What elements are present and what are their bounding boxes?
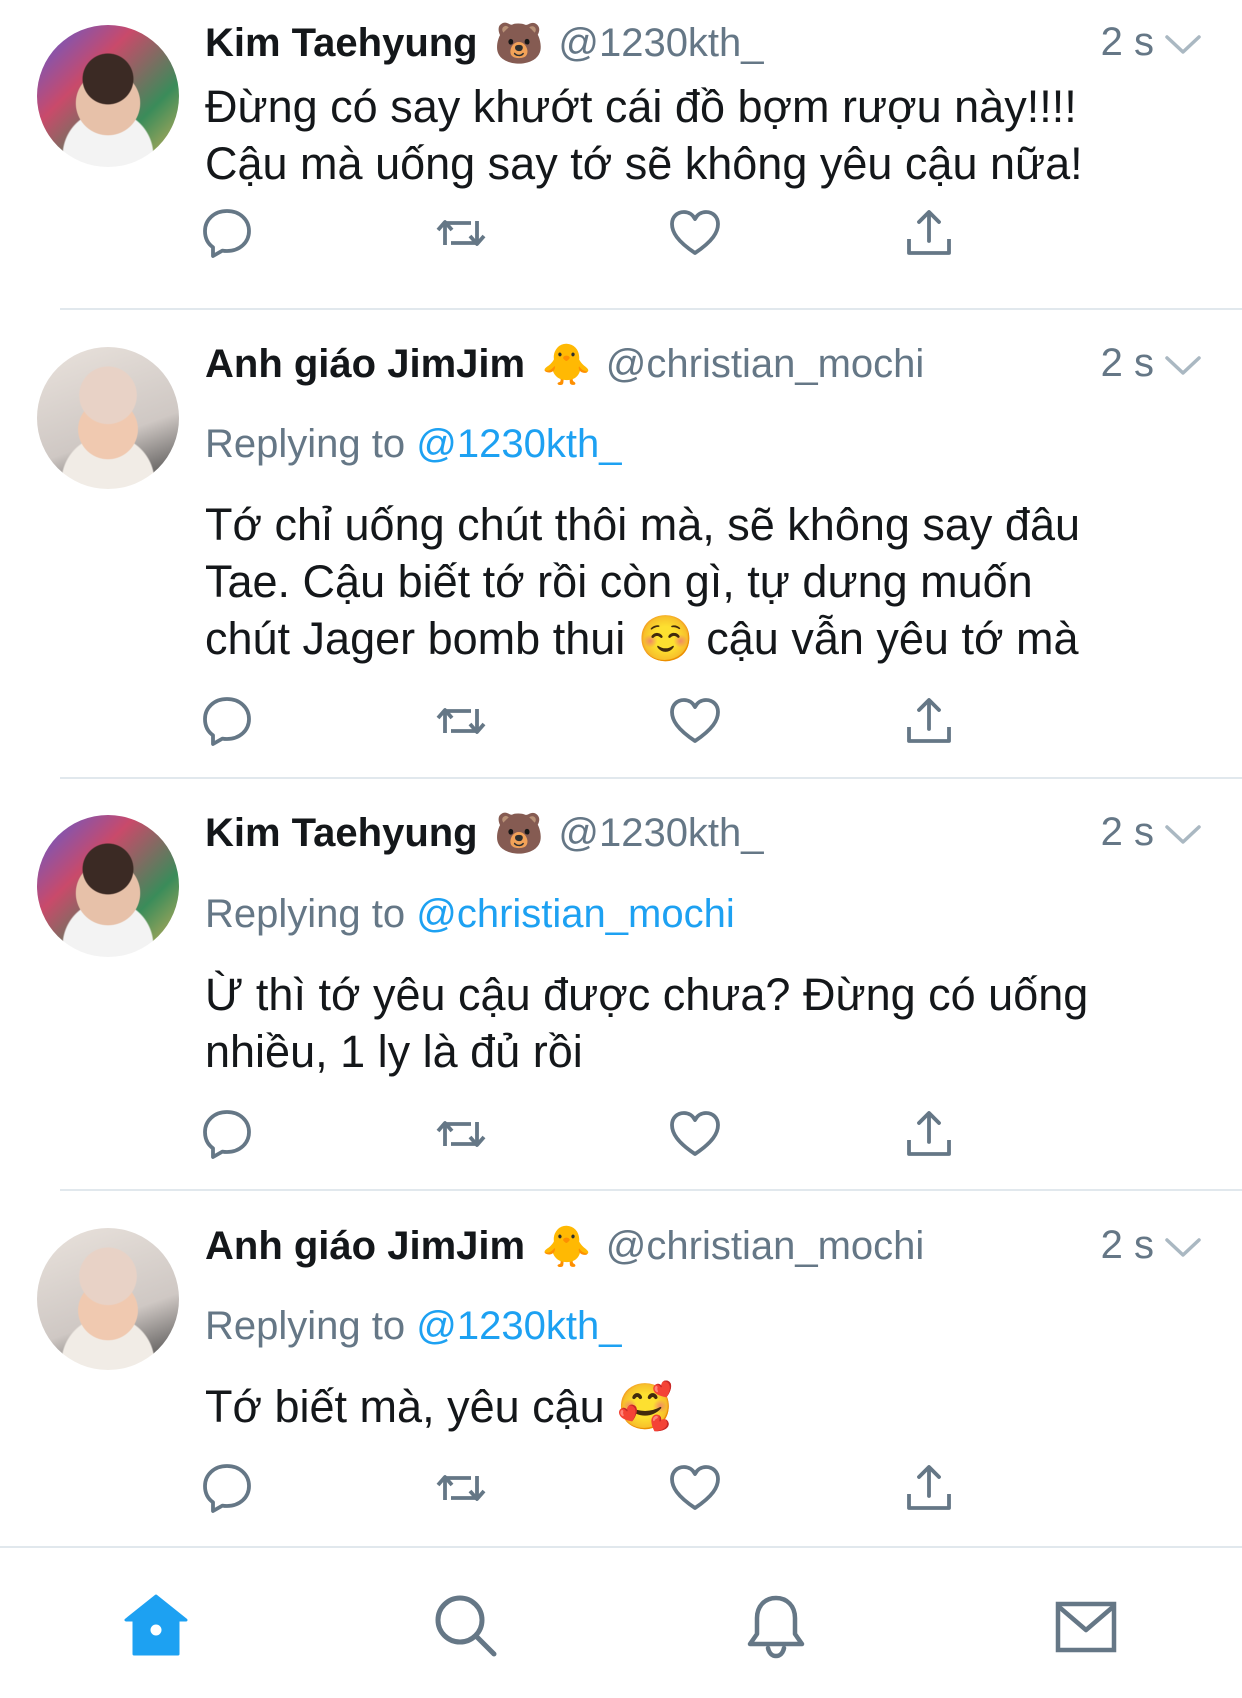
bear-emoji: 🐻: [494, 812, 544, 856]
tweet-actions: [203, 1106, 1045, 1162]
notifications-icon[interactable]: [740, 1590, 812, 1662]
username[interactable]: @christian_mochi: [606, 342, 925, 386]
tweet-header: Kim Taehyung 🐻 @1230kth_ 2 s: [205, 810, 1202, 870]
display-name[interactable]: Kim Taehyung: [205, 811, 478, 855]
like-icon[interactable]: [667, 1106, 723, 1162]
tweet-actions: [203, 693, 1045, 749]
like-icon[interactable]: [667, 693, 723, 749]
tweet-text-line: Tae. Cậu biết tớ rồi còn gì, tự dưng muố…: [205, 556, 1033, 607]
reply-icon[interactable]: [199, 205, 255, 261]
display-name[interactable]: Anh giáo JimJim: [205, 342, 525, 386]
tweet-header: Kim Taehyung 🐻 @1230kth_ 2 s: [205, 20, 1202, 80]
reply-icon[interactable]: [199, 1460, 255, 1516]
home-icon[interactable]: [120, 1590, 192, 1662]
tweet-text: Đừng có say khướt cái đồ bợm rượu này!!!…: [205, 78, 1205, 192]
timestamp: 2 s: [1100, 1223, 1154, 1267]
share-icon[interactable]: [901, 693, 957, 749]
replying-to: Replying to @christian_mochi: [205, 892, 735, 937]
tweet-text-line: Tớ chỉ uống chút thôi mà, sẽ không say đ…: [205, 499, 1081, 550]
messages-icon[interactable]: [1050, 1590, 1122, 1662]
tweet-text: Tớ biết mà, yêu cậu 🥰: [205, 1378, 1205, 1435]
display-name[interactable]: Anh giáo JimJim: [205, 1224, 525, 1268]
tweet-text: Tớ chỉ uống chút thôi mà, sẽ không say đ…: [205, 496, 1205, 667]
timestamp: 2 s: [1100, 810, 1154, 854]
tweet-text-line: chút Jager bomb thui ☺️ cậu vẫn yêu tớ m…: [205, 613, 1079, 664]
divider: [60, 1189, 1242, 1191]
retweet-icon[interactable]: [433, 693, 489, 749]
divider: [60, 308, 1242, 310]
chevron-down-icon[interactable]: [1164, 355, 1202, 377]
avatar[interactable]: [37, 347, 179, 489]
chevron-down-icon[interactable]: [1164, 1237, 1202, 1259]
tweet-text-line: Cậu mà uống say tớ sẽ không yêu cậu nữa!: [205, 138, 1083, 189]
chick-emoji: 🐥: [541, 1225, 592, 1269]
avatar[interactable]: [37, 25, 179, 167]
tweet-text-line: Ừ thì tớ yêu cậu được chưa? Đừng có uống: [205, 969, 1089, 1020]
replying-handle[interactable]: @1230kth_: [416, 1304, 621, 1348]
username[interactable]: @1230kth_: [558, 21, 763, 65]
tweet-text-line: Đừng có say khướt cái đồ bợm rượu này!!!…: [205, 81, 1077, 132]
timestamp: 2 s: [1100, 20, 1154, 64]
reply-icon[interactable]: [199, 1106, 255, 1162]
like-icon[interactable]: [667, 1460, 723, 1516]
share-icon[interactable]: [901, 205, 957, 261]
replying-handle[interactable]: @christian_mochi: [416, 892, 735, 936]
chick-emoji: 🐥: [541, 343, 592, 387]
chevron-down-icon[interactable]: [1164, 824, 1202, 846]
replying-prefix: Replying to: [205, 422, 406, 466]
tweet-actions: [203, 1460, 1045, 1516]
bottom-tab-bar: [0, 1546, 1242, 1698]
avatar[interactable]: [37, 1228, 179, 1370]
replying-to: Replying to @1230kth_: [205, 1304, 621, 1349]
reply-icon[interactable]: [199, 693, 255, 749]
share-icon[interactable]: [901, 1460, 957, 1516]
tweet-text-line: Tớ biết mà, yêu cậu 🥰: [205, 1381, 674, 1432]
tweet-header: Anh giáo JimJim 🐥 @christian_mochi 2 s: [205, 341, 1202, 401]
tweet-actions: [203, 205, 1045, 261]
replying-handle[interactable]: @1230kth_: [416, 422, 621, 466]
username[interactable]: @christian_mochi: [606, 1224, 925, 1268]
retweet-icon[interactable]: [433, 1106, 489, 1162]
retweet-icon[interactable]: [433, 205, 489, 261]
replying-to: Replying to @1230kth_: [205, 422, 621, 467]
retweet-icon[interactable]: [433, 1460, 489, 1516]
replying-prefix: Replying to: [205, 892, 406, 936]
timestamp: 2 s: [1100, 341, 1154, 385]
share-icon[interactable]: [901, 1106, 957, 1162]
replying-prefix: Replying to: [205, 1304, 406, 1348]
search-icon[interactable]: [430, 1590, 502, 1662]
tweet-text-line: nhiều, 1 ly là đủ rồi: [205, 1026, 583, 1077]
tweet-text: Ừ thì tớ yêu cậu được chưa? Đừng có uống…: [205, 966, 1205, 1080]
like-icon[interactable]: [667, 205, 723, 261]
tweet-header: Anh giáo JimJim 🐥 @christian_mochi 2 s: [205, 1223, 1202, 1283]
username[interactable]: @1230kth_: [558, 811, 763, 855]
chevron-down-icon[interactable]: [1164, 34, 1202, 56]
bear-emoji: 🐻: [494, 22, 544, 66]
divider: [60, 777, 1242, 779]
avatar[interactable]: [37, 815, 179, 957]
display-name[interactable]: Kim Taehyung: [205, 21, 478, 65]
